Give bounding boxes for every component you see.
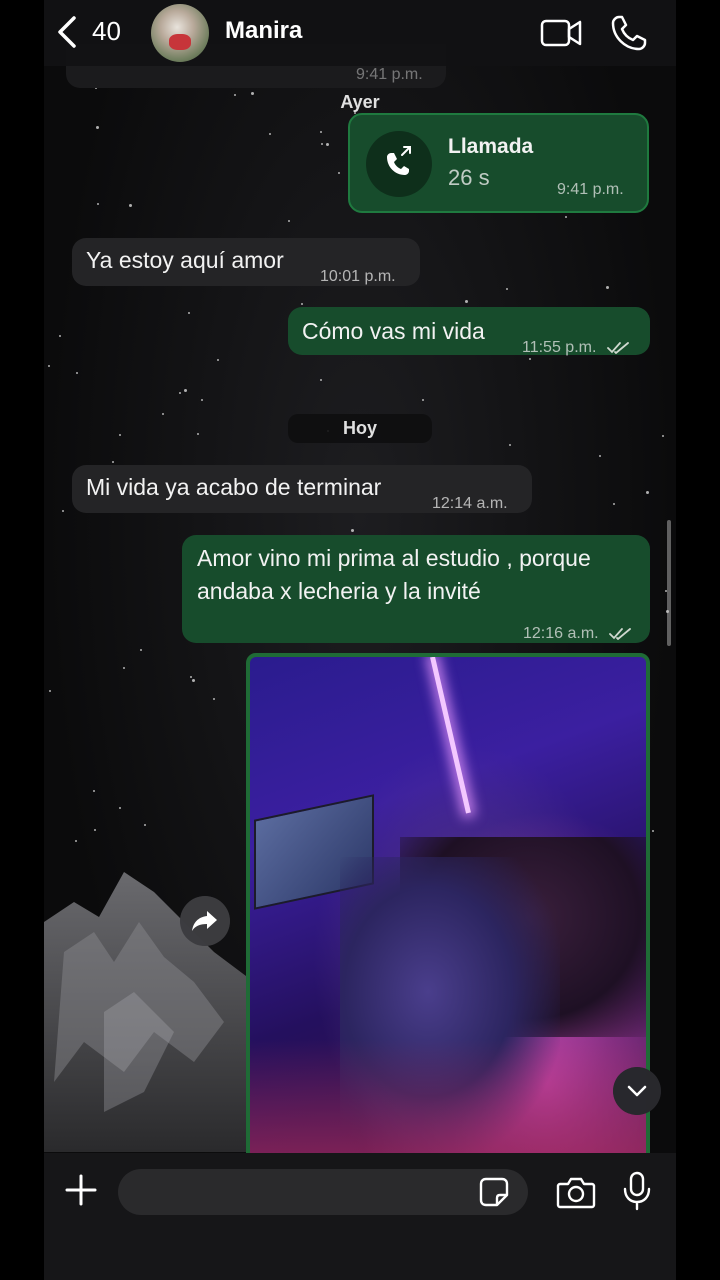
star xyxy=(269,133,271,135)
photo-neon-light xyxy=(430,657,471,814)
star xyxy=(192,679,195,682)
star xyxy=(301,303,303,305)
star xyxy=(465,300,468,303)
star xyxy=(217,359,219,361)
star xyxy=(97,203,99,205)
message-text: Ya estoy aquí amor xyxy=(86,247,284,273)
message-time: 9:41 p.m. xyxy=(557,181,624,198)
message-outgoing[interactable]: Amor vino mi prima al estudio , porque a… xyxy=(182,535,650,643)
star xyxy=(646,491,649,494)
star xyxy=(251,92,254,95)
star xyxy=(326,143,329,146)
star xyxy=(606,286,609,289)
date-separator-today: Hoy xyxy=(288,414,432,443)
star xyxy=(662,435,664,437)
composer-bar xyxy=(44,1153,676,1280)
star xyxy=(213,698,215,700)
message-text-line1: Amor vino mi prima al estudio , porque xyxy=(197,545,591,571)
video-camera-icon[interactable] xyxy=(540,16,582,50)
star xyxy=(422,399,424,401)
message-incoming[interactable]: Mi vida ya acabo de terminar 12:14 a.m. xyxy=(72,465,532,513)
star xyxy=(320,131,322,133)
star xyxy=(75,840,77,842)
message-time: 10:01 p.m. xyxy=(320,268,396,285)
star xyxy=(62,510,64,512)
star xyxy=(59,335,61,337)
image-message[interactable] xyxy=(246,653,650,1163)
call-duration: 26 s xyxy=(448,165,490,190)
call-message[interactable]: Llamada 26 s 9:41 p.m. xyxy=(348,113,649,213)
chevron-down-icon[interactable] xyxy=(613,1067,661,1115)
message-text: Cómo vas mi vida xyxy=(302,318,485,344)
star xyxy=(288,220,290,222)
call-title: Llamada xyxy=(448,135,534,158)
star xyxy=(321,143,323,145)
star xyxy=(613,503,615,505)
star xyxy=(188,312,190,314)
forward-icon[interactable] xyxy=(180,896,230,946)
back-chevron-icon[interactable] xyxy=(54,14,82,50)
star xyxy=(94,829,96,831)
star xyxy=(96,126,99,129)
star xyxy=(112,461,114,463)
read-ticks-icon xyxy=(609,627,631,640)
message-time: 11:55 p.m. xyxy=(522,331,629,364)
call-icon-circle xyxy=(366,131,432,197)
star xyxy=(76,372,78,374)
star xyxy=(93,790,95,792)
star xyxy=(320,379,322,381)
read-ticks-icon xyxy=(606,341,629,354)
chat-header: 40 Manira xyxy=(44,0,676,66)
phone-icon[interactable] xyxy=(610,14,648,52)
star xyxy=(140,649,142,651)
message-input[interactable] xyxy=(118,1169,528,1215)
star xyxy=(162,413,164,415)
star xyxy=(119,434,121,436)
star xyxy=(338,172,340,174)
message-text: Mi vida ya acabo de terminar xyxy=(86,474,382,500)
star xyxy=(565,216,567,218)
star xyxy=(184,389,187,392)
message-incoming[interactable]: Ya estoy aquí amor 10:01 p.m. xyxy=(72,238,420,286)
star xyxy=(197,433,199,435)
scrollbar[interactable] xyxy=(667,520,671,646)
message-outgoing[interactable]: Cómo vas mi vida 11:55 p.m. xyxy=(288,307,650,356)
star xyxy=(201,399,203,401)
avatar[interactable] xyxy=(151,4,209,62)
star xyxy=(179,392,181,394)
microphone-icon[interactable] xyxy=(622,1171,652,1211)
star xyxy=(129,204,132,207)
message-time-text: 12:16 a.m. xyxy=(523,625,599,642)
message-time: 12:16 a.m. xyxy=(523,617,631,650)
star xyxy=(190,676,192,678)
plus-icon[interactable] xyxy=(64,1173,98,1207)
contact-name[interactable]: Manira xyxy=(225,17,302,45)
message-text-line2: andaba x lecheria y la invité xyxy=(197,578,481,604)
star xyxy=(144,824,146,826)
star xyxy=(599,455,601,457)
unread-count[interactable]: 40 xyxy=(92,16,121,47)
star xyxy=(652,830,654,832)
star xyxy=(119,807,121,809)
message-time: 12:14 a.m. xyxy=(432,495,508,512)
star xyxy=(351,529,354,532)
call-outgoing-icon xyxy=(387,146,411,175)
star xyxy=(48,365,50,367)
camera-icon[interactable] xyxy=(556,1175,596,1209)
star xyxy=(234,94,236,96)
message-time-text: 11:55 p.m. xyxy=(522,339,597,356)
sticker-icon[interactable] xyxy=(478,1176,510,1208)
star xyxy=(506,288,508,290)
star xyxy=(123,667,125,669)
chat-screen: 40 Manira 9:41 p.m. Ayer Llamada 26 s 9:… xyxy=(44,0,676,1280)
star xyxy=(509,444,511,446)
photo-floor xyxy=(250,1039,646,1159)
star xyxy=(49,690,51,692)
